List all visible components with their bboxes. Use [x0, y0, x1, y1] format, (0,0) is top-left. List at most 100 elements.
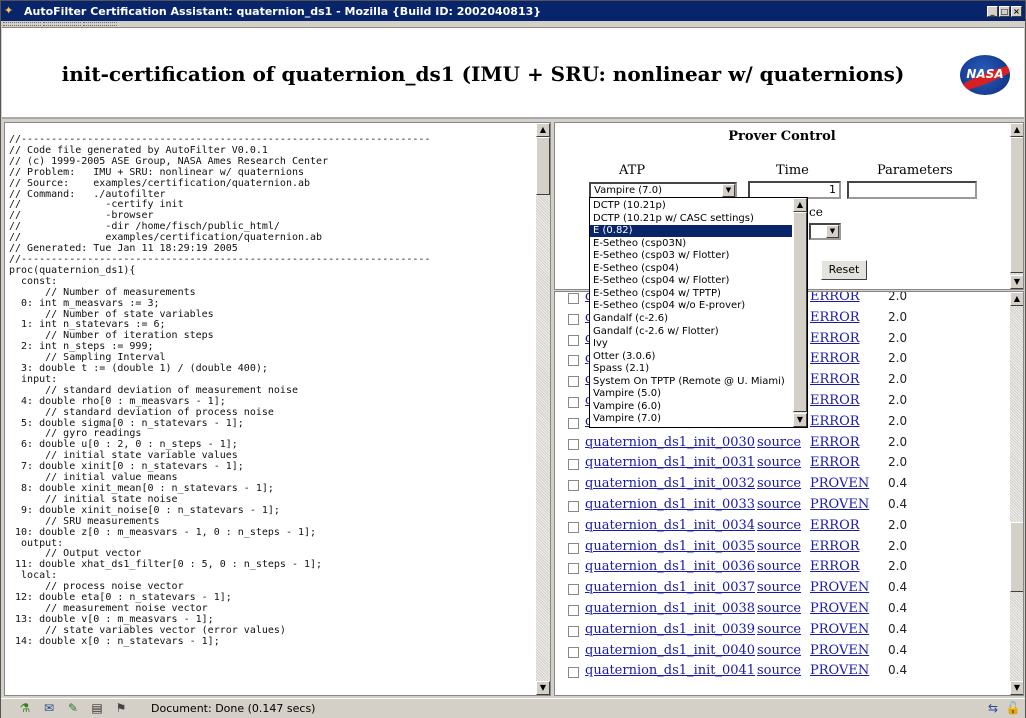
atp-option[interactable]: E-Setheo (csp04 w/ Flotter) — [590, 275, 792, 287]
source-link[interactable]: source — [757, 497, 801, 512]
result-checkbox[interactable] — [568, 521, 579, 533]
scroll-down-arrow-icon[interactable]: ▼ — [1010, 681, 1023, 695]
status-link[interactable]: ERROR — [810, 559, 860, 574]
secondary-select[interactable]: ▼ — [809, 223, 841, 240]
atp-option[interactable]: Vampire (7.0) — [590, 413, 792, 425]
prover-scrollbar[interactable]: ▲ ▼ — [1010, 123, 1023, 289]
mail-icon[interactable]: ✉ — [41, 702, 57, 715]
dropdown-scrollbar[interactable]: ▲ ▼ — [793, 198, 807, 427]
status-link[interactable]: ERROR — [810, 292, 860, 304]
result-checkbox[interactable] — [568, 376, 579, 388]
status-link[interactable]: PROVEN — [810, 580, 869, 595]
status-link[interactable]: PROVEN — [810, 476, 869, 491]
scroll-down-arrow-icon[interactable]: ▼ — [536, 681, 550, 695]
obligation-link[interactable]: quaternion_ds1_init_0041 — [585, 663, 755, 678]
atp-option[interactable]: Gandalf (c-2.6) — [590, 313, 792, 325]
obligation-link[interactable]: quaternion_ds1_init_0040 — [585, 643, 755, 658]
reset-button[interactable]: Reset — [821, 260, 867, 280]
status-link[interactable]: PROVEN — [810, 643, 869, 658]
toolbar-grip[interactable] — [3, 22, 41, 26]
atp-option[interactable]: DCTP (10.21p) — [590, 200, 792, 212]
title-bar[interactable]: ✦ AutoFilter Certification Assistant: qu… — [1, 1, 1025, 21]
result-checkbox[interactable] — [568, 542, 579, 554]
atp-option[interactable]: E (0.82) — [590, 225, 792, 238]
obligation-link[interactable]: quaternion_ds1_init_0039 — [585, 622, 755, 637]
chat-icon[interactable]: ⚑ — [113, 702, 129, 715]
result-checkbox[interactable] — [568, 459, 579, 471]
status-link[interactable]: ERROR — [810, 372, 860, 387]
maximize-button[interactable]: □ — [999, 5, 1010, 17]
navigator-icon[interactable]: ⚗ — [17, 702, 33, 715]
atp-option[interactable]: Spass (2.1) — [590, 363, 792, 375]
status-link[interactable]: PROVEN — [810, 601, 869, 616]
scroll-thumb[interactable] — [1010, 522, 1023, 592]
status-link[interactable]: ERROR — [810, 539, 860, 554]
obligation-link[interactable]: quaternion_ds1_init_0036 — [585, 559, 755, 574]
source-link[interactable]: source — [757, 601, 801, 616]
status-link[interactable]: ERROR — [810, 414, 860, 429]
status-link[interactable]: PROVEN — [810, 663, 869, 678]
atp-option[interactable]: E-Setheo (csp04 w/o E-prover) — [590, 300, 792, 312]
source-link[interactable]: source — [757, 580, 801, 595]
result-checkbox[interactable] — [568, 313, 579, 325]
status-link[interactable]: ERROR — [810, 310, 860, 325]
atp-option[interactable]: System On TPTP (Remote @ U. Miami) — [590, 376, 792, 388]
atp-option[interactable]: E-Setheo (csp04 w/ TPTP) — [590, 288, 792, 300]
close-button[interactable]: × — [1011, 5, 1022, 17]
scroll-thumb[interactable] — [793, 212, 807, 412]
result-checkbox[interactable] — [568, 355, 579, 367]
status-link[interactable]: ERROR — [810, 393, 860, 408]
result-checkbox[interactable] — [568, 584, 579, 596]
atp-option[interactable]: DCTP (10.21p w/ CASC settings) — [590, 213, 792, 225]
source-link[interactable]: source — [757, 435, 801, 450]
status-link[interactable]: ERROR — [810, 518, 860, 533]
chevron-down-icon[interactable]: ▼ — [722, 184, 735, 197]
toolbar-grip[interactable] — [43, 22, 81, 26]
atp-option[interactable]: Otter (3.0.6) — [590, 351, 792, 363]
atp-option[interactable]: Ivy — [590, 338, 792, 350]
status-link[interactable]: ERROR — [810, 351, 860, 366]
obligation-link[interactable]: quaternion_ds1_init_0038 — [585, 601, 755, 616]
scroll-down-arrow-icon[interactable]: ▼ — [793, 413, 807, 427]
atp-option[interactable]: Vampire (6.0) — [590, 401, 792, 413]
result-checkbox[interactable] — [568, 480, 579, 492]
source-link[interactable]: source — [757, 518, 801, 533]
atp-option[interactable]: Vampire (5.0) — [590, 388, 792, 400]
source-link[interactable]: source — [757, 663, 801, 678]
address-book-icon[interactable]: ▤ — [89, 702, 105, 715]
composer-icon[interactable]: ✎ — [65, 702, 81, 715]
scroll-up-arrow-icon[interactable]: ▲ — [793, 198, 807, 212]
obligation-link[interactable]: quaternion_ds1_init_0035 — [585, 539, 755, 554]
scroll-down-arrow-icon[interactable]: ▼ — [1010, 275, 1023, 289]
atp-option[interactable]: E-Setheo (csp04) — [590, 263, 792, 275]
code-scrollbar[interactable]: ▲ ▼ — [536, 123, 550, 695]
chevron-down-icon[interactable]: ▼ — [826, 225, 839, 238]
obligation-link[interactable]: quaternion_ds1_init_0030 — [585, 435, 755, 450]
obligation-link[interactable]: quaternion_ds1_init_0033 — [585, 497, 755, 512]
source-link[interactable]: source — [757, 559, 801, 574]
source-link[interactable]: source — [757, 539, 801, 554]
result-checkbox[interactable] — [568, 667, 579, 679]
atp-option[interactable]: E-Setheo (csp03 w/ Flotter) — [590, 250, 792, 262]
result-checkbox[interactable] — [568, 625, 579, 637]
result-checkbox[interactable] — [568, 438, 579, 450]
atp-option[interactable]: E-Setheo (csp03N) — [590, 238, 792, 250]
status-link[interactable]: ERROR — [810, 435, 860, 450]
scroll-thumb[interactable] — [536, 137, 550, 195]
status-link[interactable]: ERROR — [810, 331, 860, 346]
result-checkbox[interactable] — [568, 417, 579, 429]
status-link[interactable]: PROVEN — [810, 497, 869, 512]
results-scrollbar[interactable]: ▲ ▼ — [1010, 292, 1023, 695]
status-link[interactable]: PROVEN — [810, 622, 869, 637]
atp-option[interactable]: Gandalf (c-2.6 w/ Flotter) — [590, 326, 792, 338]
result-checkbox[interactable] — [568, 563, 579, 575]
result-checkbox[interactable] — [568, 501, 579, 512]
scroll-up-arrow-icon[interactable]: ▲ — [1010, 123, 1023, 137]
result-checkbox[interactable] — [568, 334, 579, 346]
result-checkbox[interactable] — [568, 605, 579, 616]
scroll-up-arrow-icon[interactable]: ▲ — [536, 123, 550, 137]
obligation-link[interactable]: quaternion_ds1_init_0031 — [585, 455, 755, 470]
minimize-button[interactable]: _ — [987, 5, 998, 17]
scroll-up-arrow-icon[interactable]: ▲ — [1010, 292, 1023, 306]
scroll-thumb[interactable] — [1010, 137, 1023, 273]
